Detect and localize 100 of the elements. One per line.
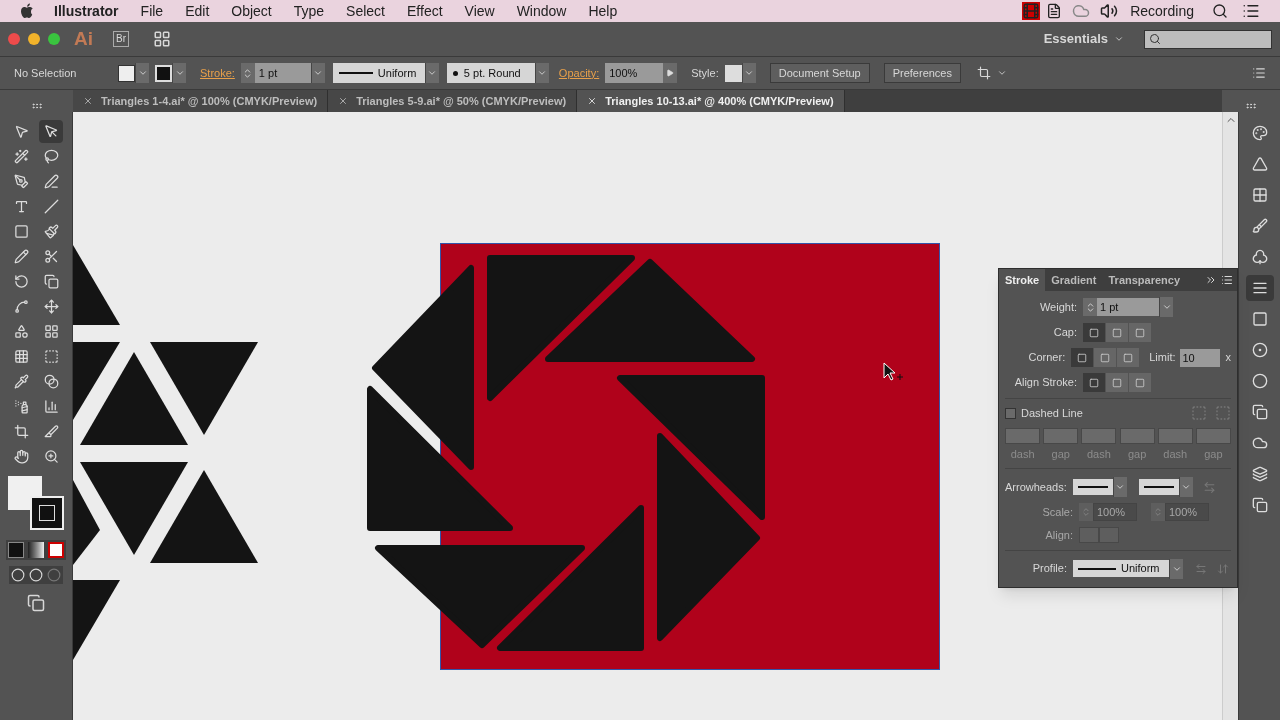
dashed-line-checkbox[interactable] xyxy=(1005,407,1016,419)
align-stroke-button[interactable] xyxy=(1083,373,1105,392)
rotate-icon xyxy=(13,274,29,289)
stroke-weight-field[interactable]: 1 pt xyxy=(254,63,311,83)
cap-style-button[interactable] xyxy=(1083,323,1105,342)
search-field[interactable] xyxy=(1144,29,1272,49)
weight-field[interactable]: 1 pt xyxy=(1097,298,1159,316)
caret-icon xyxy=(1114,34,1124,44)
stepper-arrows-icon xyxy=(1081,507,1091,517)
dash-field[interactable] xyxy=(1119,427,1155,444)
menu-item[interactable]: Edit xyxy=(185,0,210,22)
dash-field-label: gap xyxy=(1127,446,1147,462)
slice-icon xyxy=(43,424,59,439)
stroke-swatch[interactable] xyxy=(155,64,172,82)
rectangle-icon xyxy=(13,224,29,239)
pen-icon xyxy=(13,174,29,189)
menu-item[interactable]: Type xyxy=(293,0,325,22)
film-icon[interactable] xyxy=(1022,2,1041,20)
document-tab[interactable]: Triangles 1-4.ai* @ 100% (CMYK/Preview) xyxy=(73,90,329,112)
fill-and-stroke-swatches[interactable] xyxy=(8,476,64,532)
hand-icon xyxy=(13,449,29,464)
opacity-slider-button[interactable] xyxy=(663,63,678,83)
opacity-label[interactable]: Opacity: xyxy=(558,64,600,82)
menu-item[interactable]: Select xyxy=(346,0,385,22)
dash-field[interactable] xyxy=(1157,427,1193,444)
weight-label: Weight: xyxy=(1038,299,1077,315)
start-arrowhead-dropdown[interactable] xyxy=(1072,479,1113,495)
corner-style-button[interactable] xyxy=(1117,348,1140,367)
corner-style-button[interactable] xyxy=(1094,348,1117,367)
menu-item[interactable]: Effect xyxy=(407,0,443,22)
menu-item[interactable]: File xyxy=(140,0,164,22)
tool-button[interactable] xyxy=(39,120,63,143)
document-tab[interactable]: Triangles 5-9.ai* @ 50% (CMYK/Preview) xyxy=(328,90,578,112)
panel-menu-icon[interactable] xyxy=(1221,274,1233,286)
search-icon[interactable] xyxy=(1212,3,1228,19)
minimize-window-button[interactable] xyxy=(28,33,40,45)
search-icon xyxy=(1149,33,1161,45)
document-tab[interactable]: Triangles 10-13.ai* @ 400% (CMYK/Preview) xyxy=(577,90,845,112)
stepper-arrows-icon xyxy=(1153,507,1163,517)
column-graph-icon xyxy=(43,399,59,414)
scale-label: Scale: xyxy=(1041,504,1073,520)
bridge-button[interactable]: Br xyxy=(113,31,129,47)
app-menu[interactable]: Illustrator xyxy=(54,0,119,22)
volume-icon[interactable] xyxy=(1100,2,1119,20)
corner-style-button[interactable] xyxy=(1071,348,1094,367)
caret-icon xyxy=(1181,482,1192,492)
menu-item[interactable]: View xyxy=(464,0,495,22)
close-icon[interactable] xyxy=(83,96,93,106)
opacity-field[interactable]: 100% xyxy=(605,63,664,83)
menu-item[interactable]: Object xyxy=(231,0,272,22)
dash-field-label: dash xyxy=(1010,446,1035,462)
zoom-window-button[interactable] xyxy=(48,33,60,45)
eyedropper-icon xyxy=(13,374,29,389)
panel-tab[interactable]: Gradient xyxy=(1045,269,1103,291)
stroke-label[interactable]: Stroke: xyxy=(200,64,235,82)
end-arrowhead-dropdown[interactable] xyxy=(1138,479,1179,495)
free-transform-icon xyxy=(43,299,59,314)
dash-field[interactable] xyxy=(1043,427,1079,444)
menu-item[interactable]: Window xyxy=(516,0,567,22)
caret-icon xyxy=(427,68,438,78)
style-label: Style: xyxy=(691,65,719,81)
caret-icon[interactable] xyxy=(997,68,1007,78)
close-icon[interactable] xyxy=(587,96,598,106)
variable-width-dropdown[interactable]: Uniform xyxy=(332,63,425,83)
weight-caret-button[interactable] xyxy=(1159,297,1173,317)
dash-field[interactable] xyxy=(1195,427,1231,444)
menu-item[interactable]: Help xyxy=(588,0,618,22)
paintbrush-icon xyxy=(43,224,59,239)
panel-tab[interactable]: Stroke xyxy=(999,269,1046,291)
fill-swatch[interactable] xyxy=(118,64,135,82)
panel-tab[interactable]: Transparency xyxy=(1102,269,1187,291)
weight-stepper[interactable] xyxy=(240,63,255,83)
mesh-icon xyxy=(13,349,29,364)
dash-field[interactable] xyxy=(1081,427,1117,444)
limit-field[interactable]: 10 xyxy=(1179,348,1220,367)
type-icon xyxy=(13,199,29,214)
workspace-switcher[interactable]: Essentials xyxy=(1043,29,1124,49)
list-icon[interactable] xyxy=(1242,2,1260,20)
style-swatch[interactable] xyxy=(724,64,742,82)
toolbar-button[interactable]: Preferences xyxy=(883,63,961,83)
caret-icon xyxy=(313,68,324,78)
profile-dropdown[interactable]: Uniform xyxy=(1073,560,1169,577)
brush-dropdown[interactable]: 5 pt. Round xyxy=(446,63,535,83)
club-icon xyxy=(1251,249,1268,265)
color-mode-button[interactable] xyxy=(8,542,24,558)
none-mode-button[interactable] xyxy=(48,542,64,558)
selection-arrow-icon xyxy=(13,124,29,139)
dash-field[interactable] xyxy=(1005,427,1041,444)
zoom-icon xyxy=(43,449,59,464)
toolbar-button[interactable]: Document Setup xyxy=(769,63,870,83)
dock-button[interactable] xyxy=(1245,275,1274,301)
layers-icon xyxy=(1251,466,1268,482)
close-icon[interactable] xyxy=(338,96,349,106)
arrange-documents-icon[interactable] xyxy=(153,30,171,48)
panel-menu-icon[interactable] xyxy=(1252,66,1266,80)
gradient-mode-button[interactable] xyxy=(28,542,44,558)
magic-wand-icon xyxy=(13,149,29,164)
caret-icon xyxy=(744,68,755,78)
expand-panel-icon[interactable] xyxy=(1205,274,1217,286)
profile-caret-button[interactable] xyxy=(1169,558,1183,579)
